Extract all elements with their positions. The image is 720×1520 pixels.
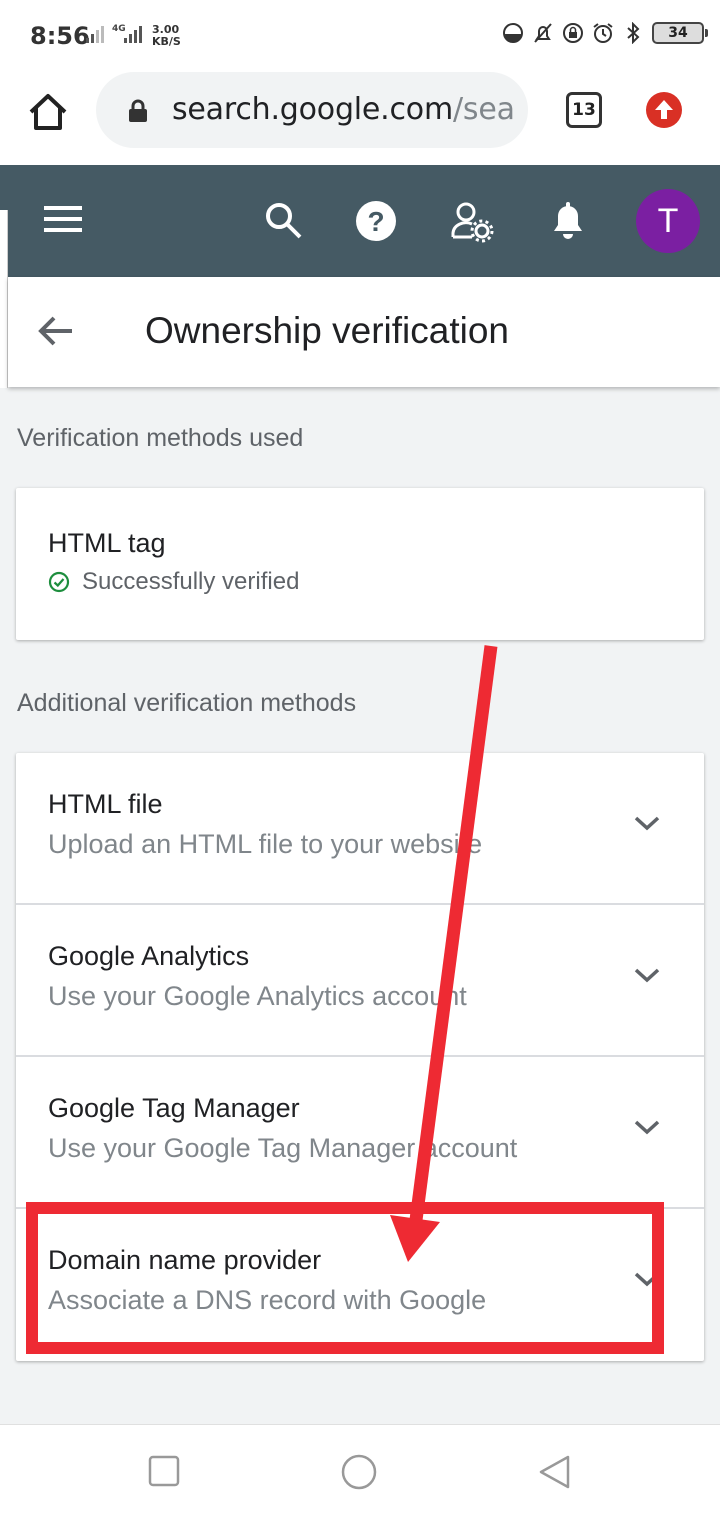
item-title: Google Analytics	[48, 941, 250, 971]
user-settings-icon[interactable]	[450, 201, 494, 243]
search-icon[interactable]	[264, 201, 304, 241]
tab-switcher-button[interactable]: 13	[566, 92, 602, 128]
address-bar[interactable]: search.google.com/sea	[96, 72, 528, 148]
item-subtitle: Upload an HTML file to your website	[48, 829, 483, 859]
svg-text:?: ?	[367, 206, 384, 237]
item-subtitle: Use your Google Tag Manager account	[48, 1133, 518, 1163]
chevron-down-icon[interactable]	[632, 1117, 662, 1137]
back-triangle-icon[interactable]	[538, 1455, 572, 1489]
page-title: Ownership verification	[145, 310, 509, 351]
back-arrow-icon[interactable]	[36, 311, 76, 351]
chevron-down-icon[interactable]	[632, 965, 662, 985]
item-subtitle: Use your Google Analytics account	[48, 981, 467, 1011]
lock-icon	[129, 99, 147, 122]
section-label-used: Verification methods used	[17, 424, 304, 452]
alarm-icon	[593, 23, 613, 43]
update-button[interactable]	[646, 92, 682, 128]
rotation-lock-icon	[563, 23, 583, 43]
browser-toolbar: search.google.com/sea 13	[0, 72, 720, 165]
method-google-tag-manager[interactable]: Google Tag Manager Use your Google Tag M…	[16, 1057, 704, 1209]
section-label-additional: Additional verification methods	[17, 689, 357, 717]
method-google-analytics[interactable]: Google Analytics Use your Google Analyti…	[16, 905, 704, 1057]
status-bar: 8:56 4G 3.00 KB/S 34	[0, 0, 720, 72]
app-header: ? T	[0, 165, 720, 277]
status-time: 8:56	[30, 22, 90, 50]
method-html-file[interactable]: HTML file Upload an HTML file to your we…	[16, 753, 704, 905]
signal-2-icon	[124, 26, 142, 43]
verified-status: Successfully verified	[48, 568, 299, 596]
arrow-up-icon	[655, 100, 673, 119]
item-title: HTML tag	[48, 528, 166, 558]
signal-icon	[86, 26, 104, 43]
url-text: search.google.com/sea	[172, 92, 515, 127]
status-text: Successfully verified	[82, 568, 300, 595]
home-icon[interactable]	[26, 90, 70, 134]
highlight-box	[26, 1202, 664, 1354]
battery-indicator: 34	[652, 22, 708, 44]
item-title: HTML file	[48, 789, 163, 819]
check-circle-icon	[48, 571, 70, 593]
avatar[interactable]: T	[636, 189, 700, 253]
status-icons: 34	[502, 22, 708, 44]
list-item-html-tag: HTML tag Successfully verified	[16, 488, 704, 640]
used-methods-card: HTML tag Successfully verified	[16, 488, 704, 640]
system-nav-bar	[0, 1424, 720, 1520]
menu-icon[interactable]	[44, 203, 84, 235]
page-header: Ownership verification	[8, 277, 720, 387]
help-icon[interactable]: ?	[354, 199, 398, 243]
chevron-down-icon[interactable]	[632, 813, 662, 833]
drawer-edge	[0, 210, 8, 388]
home-circle-icon[interactable]	[340, 1453, 378, 1491]
net-speed: 3.00 KB/S	[152, 23, 181, 48]
data-saver-icon	[503, 23, 523, 43]
bluetooth-icon	[627, 22, 640, 44]
notifications-icon[interactable]	[550, 199, 586, 243]
item-title: Google Tag Manager	[48, 1093, 300, 1123]
recents-icon[interactable]	[148, 1455, 180, 1487]
bell-off-icon	[534, 23, 552, 43]
